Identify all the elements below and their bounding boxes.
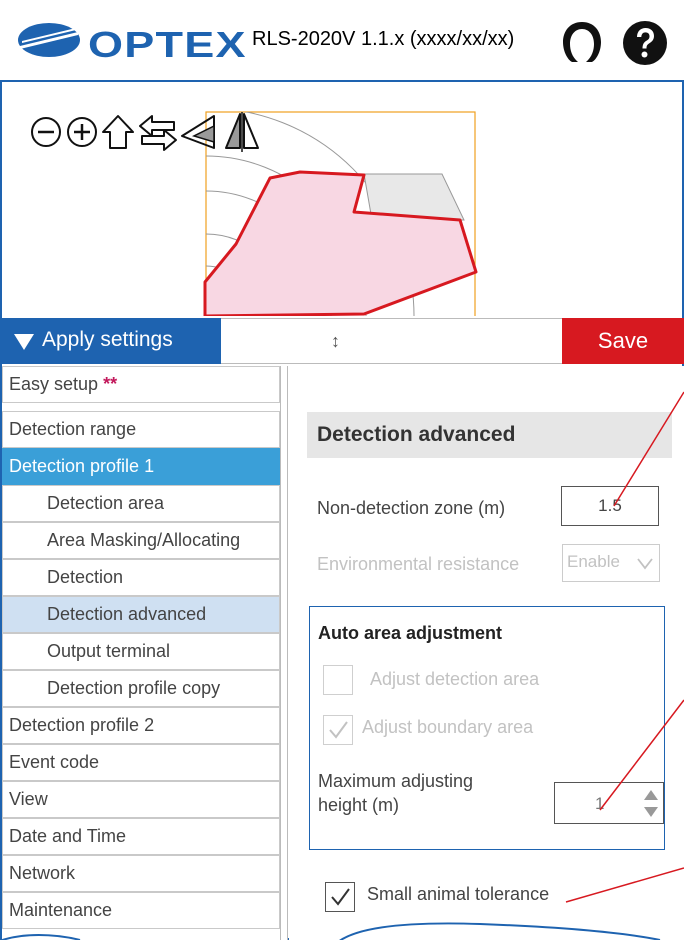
- non-detection-zone-input[interactable]: 1.5: [561, 486, 659, 526]
- apply-settings-button[interactable]: Apply settings: [2, 318, 221, 364]
- adjust-boundary-area-label: Adjust boundary area: [362, 717, 534, 737]
- max-adjusting-height-stepper[interactable]: 1: [554, 782, 664, 824]
- sidebar-item-label: Detection advanced: [47, 604, 207, 624]
- sidebar-item-output-terminal[interactable]: Output terminal: [2, 633, 280, 670]
- max-adjusting-height-label-line1: Maximum adjusting: [318, 771, 474, 791]
- sidebar-item-detection-profile-copy[interactable]: Detection profile copy: [2, 670, 280, 707]
- app-title: RLS-2020V 1.1.x (xxxx/xx/xx): [252, 28, 515, 50]
- required-badge: **: [103, 374, 118, 394]
- detection-map[interactable]: [2, 84, 682, 316]
- sidebar-item-label: Detection profile 2: [9, 715, 155, 735]
- zoom-in-icon[interactable]: [66, 112, 100, 152]
- sidebar-item-label: Easy setup: [9, 374, 99, 394]
- sidebar-nav: Easy setup ** Detection range Detection …: [2, 366, 280, 940]
- max-adjusting-height-value: 1: [595, 794, 605, 813]
- triangle-down-icon: [14, 334, 34, 350]
- checkmark-icon: [331, 888, 350, 906]
- auto-area-adjustment-title: Auto area adjustment: [318, 623, 503, 643]
- chevron-down-icon: [637, 558, 653, 570]
- apply-settings-label: Apply settings: [42, 328, 173, 351]
- help-icon[interactable]: [622, 20, 667, 65]
- spin-down-icon[interactable]: [643, 805, 659, 819]
- sidebar-item-label: Detection: [47, 567, 124, 587]
- adjust-detection-area-checkbox[interactable]: [323, 665, 353, 695]
- sidebar-item-label: Detection profile 1: [9, 456, 155, 476]
- sidebar-item-network[interactable]: Network: [2, 855, 280, 892]
- sidebar-item-detection-profile-2[interactable]: Detection profile 2: [2, 707, 280, 744]
- checkmark-icon: [329, 721, 348, 739]
- logo-mark-icon: [18, 23, 80, 57]
- sidebar-item-label: Maintenance: [9, 900, 113, 920]
- sidebar-item-detection-advanced[interactable]: Detection advanced: [2, 596, 280, 633]
- sidebar-item-label: Area Masking/Allocating: [47, 530, 241, 550]
- sidebar-item-area-masking[interactable]: Area Masking/Allocating: [2, 522, 280, 559]
- max-adjusting-height-label-line2: height (m): [318, 795, 400, 815]
- sidebar-item-easy-setup[interactable]: Easy setup **: [2, 366, 280, 403]
- sidebar-item-label: Output terminal: [47, 641, 171, 661]
- adjust-detection-area-label: Adjust detection area: [370, 669, 540, 689]
- sidebar-item-date-and-time[interactable]: Date and Time: [2, 818, 280, 855]
- small-animal-tolerance-checkbox[interactable]: [325, 882, 355, 912]
- sidebar-item-label: Date and Time: [9, 826, 127, 846]
- environmental-resistance-select[interactable]: Enable: [562, 544, 660, 582]
- user-icon[interactable]: [560, 20, 604, 64]
- sidebar-item-event-code[interactable]: Event code: [2, 744, 280, 781]
- swap-arrows-icon[interactable]: [138, 112, 177, 152]
- sidebar-item-label: Detection range: [9, 419, 137, 439]
- logo-text: OPTEX: [88, 24, 247, 65]
- sidebar-item-detection-profile-1[interactable]: Detection profile 1: [2, 448, 280, 485]
- sidebar-item-label: View: [9, 789, 48, 809]
- non-detection-zone-label: Non-detection zone (m): [317, 498, 506, 518]
- resize-handle-icon[interactable]: ↕: [331, 331, 340, 352]
- sidebar-item-detection[interactable]: Detection: [2, 559, 280, 596]
- small-animal-tolerance-label: Small animal tolerance: [367, 884, 550, 904]
- flip-icon[interactable]: [222, 112, 259, 152]
- spin-up-icon[interactable]: [643, 788, 659, 802]
- sidebar-item-maintenance[interactable]: Maintenance: [2, 892, 280, 929]
- sidebar-item-label: Network: [9, 863, 76, 883]
- environmental-resistance-label: Environmental resistance: [317, 554, 520, 574]
- home-icon[interactable]: [102, 112, 136, 152]
- settings-panel: Detection advanced Non-detection zone (m…: [289, 366, 684, 940]
- save-button[interactable]: Save: [562, 318, 684, 364]
- sidebar-item-label: Event code: [9, 752, 100, 772]
- pane-divider[interactable]: [280, 366, 288, 940]
- environmental-resistance-value: Enable: [567, 552, 620, 571]
- auto-area-adjustment-group: Auto area adjustment Adjust detection ar…: [309, 606, 665, 850]
- header: OPTEX RLS-2020V 1.1.x (xxxx/xx/xx): [0, 0, 684, 82]
- rotate-left-icon[interactable]: [180, 112, 215, 152]
- panel-resizer[interactable]: ↕: [221, 318, 562, 364]
- sidebar-item-view[interactable]: View: [2, 781, 280, 818]
- adjust-boundary-area-checkbox[interactable]: [323, 715, 353, 745]
- zoom-out-icon[interactable]: [30, 112, 64, 152]
- section-title: Detection advanced: [307, 412, 672, 458]
- optex-logo: OPTEX: [16, 20, 246, 66]
- sidebar-item-detection-area[interactable]: Detection area: [2, 485, 280, 522]
- sidebar-item-label: Detection area: [47, 493, 165, 513]
- sidebar-item-detection-range[interactable]: Detection range: [2, 411, 280, 448]
- sidebar-item-label: Detection profile copy: [47, 678, 221, 698]
